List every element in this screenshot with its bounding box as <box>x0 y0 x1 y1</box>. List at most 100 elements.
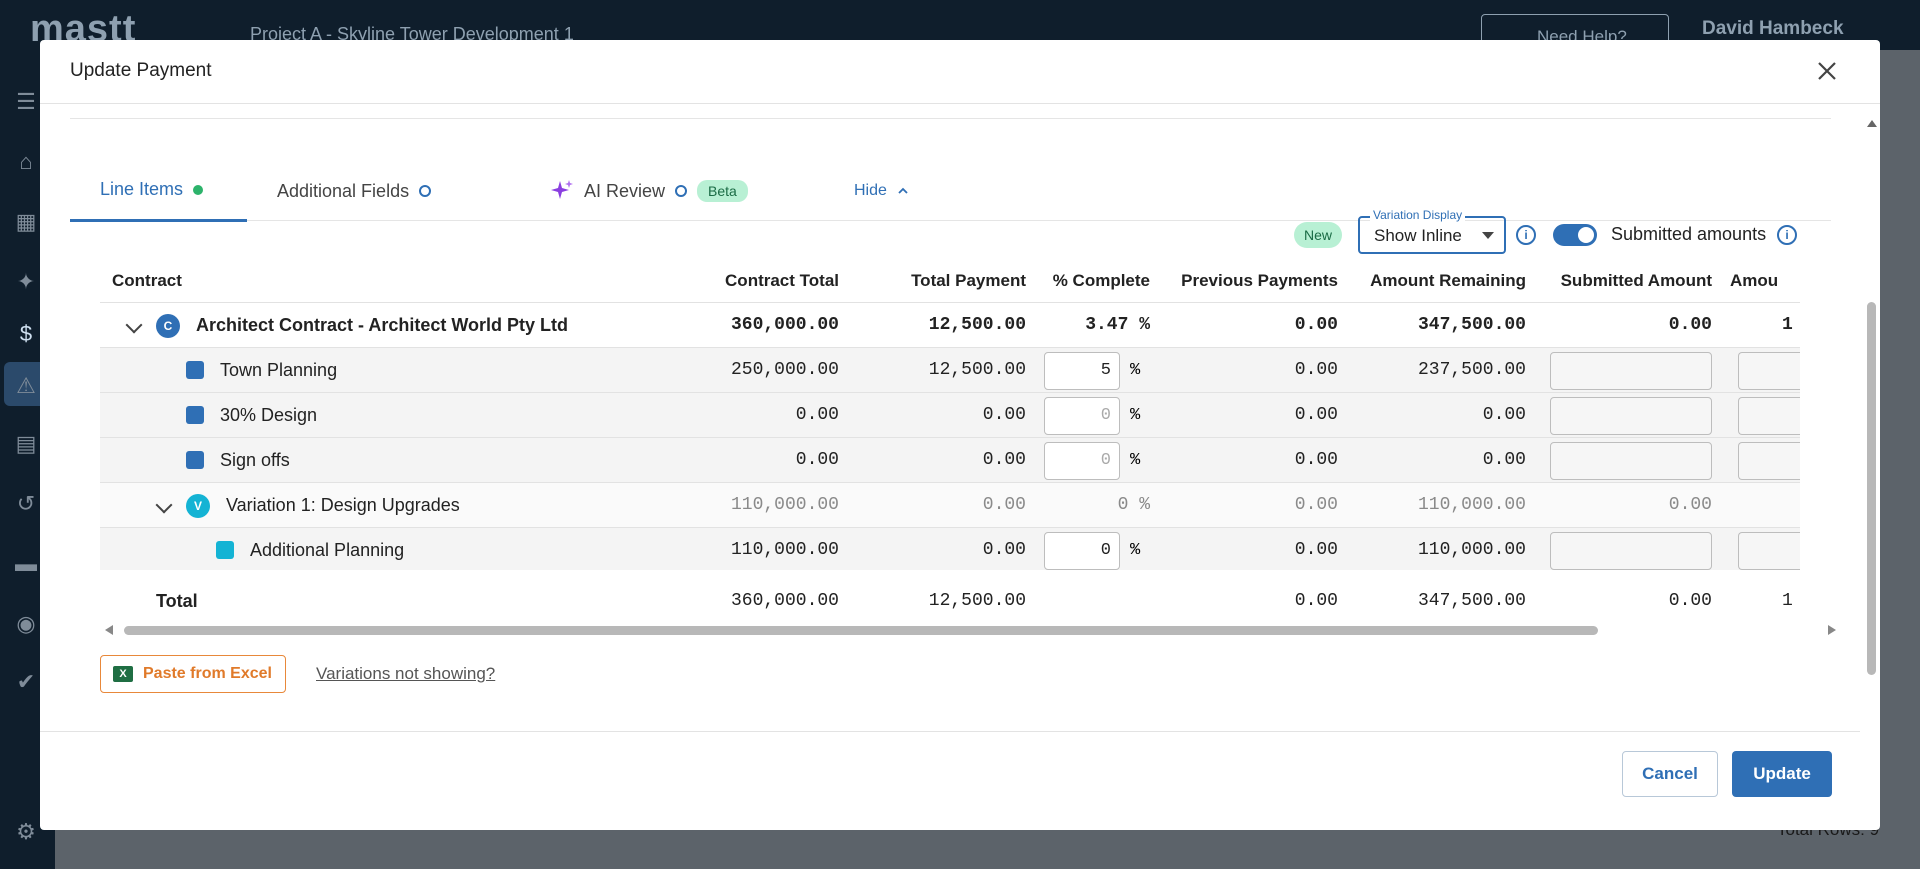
contract-total: 110,000.00 <box>730 495 839 515</box>
tab-ai-review[interactable]: AI Review Beta <box>550 160 780 222</box>
sparkle-icon[interactable]: ✦ <box>12 268 40 296</box>
amount-remaining: 0.00 <box>1482 450 1526 470</box>
menu-icon[interactable]: ☰ <box>12 88 40 116</box>
percent-sign: % <box>1130 361 1141 380</box>
contract-name: Architect Contract - Architect World Pty… <box>196 315 569 335</box>
submitted-amount-input[interactable] <box>1550 532 1712 570</box>
variation-item-marker <box>216 541 234 559</box>
amount-input[interactable] <box>1738 397 1800 435</box>
previous-payments: 0.00 <box>1294 405 1338 425</box>
amount-remaining: 237,500.00 <box>1417 360 1526 380</box>
contract-badge: C <box>156 314 180 338</box>
col-header-submitted-amount: Submitted Amount <box>1560 271 1712 290</box>
history-icon[interactable]: ↺ <box>12 490 40 518</box>
tab-additional-fields[interactable]: Additional Fields <box>277 160 447 222</box>
col-header-contract: Contract <box>112 271 182 290</box>
table-row-total: Total 360,000.00 12,500.00 0.00 347,500.… <box>100 579 1800 624</box>
variation-display-select[interactable]: Variation Display Show Inline <box>1358 208 1506 254</box>
contract-total: 250,000.00 <box>730 360 839 380</box>
variations-not-showing-link[interactable]: Variations not showing? <box>316 664 495 684</box>
total-payment: 12,500.00 <box>928 360 1026 380</box>
payment-icon[interactable]: $ <box>12 320 40 348</box>
percent-complete-input[interactable]: 0 <box>1044 397 1120 435</box>
submitted-amounts-toggle[interactable] <box>1553 224 1597 246</box>
tab-label: Additional Fields <box>277 180 410 201</box>
contract-total: 360,000.00 <box>730 315 839 335</box>
amount-remaining: 347,500.00 <box>1417 591 1526 611</box>
scrollbar-thumb[interactable] <box>1867 302 1876 675</box>
percent-complete: 0 % <box>1117 495 1150 515</box>
scrollbar-thumb[interactable] <box>124 626 1598 635</box>
line-item-name: 30% Design <box>220 405 318 425</box>
total-payment: 0.00 <box>982 450 1026 470</box>
scroll-right-icon[interactable] <box>1828 625 1836 635</box>
table-row-contract[interactable]: C Architect Contract - Architect World P… <box>100 303 1800 348</box>
modal-title: Update Payment <box>70 60 212 81</box>
col-header-total-payment: Total Payment <box>911 271 1026 290</box>
folder-icon[interactable]: ▬ <box>12 550 40 578</box>
line-item-marker <box>186 406 204 424</box>
cancel-button[interactable]: Cancel <box>1622 751 1718 797</box>
report-icon[interactable]: ▤ <box>12 430 40 458</box>
update-button[interactable]: Update <box>1732 751 1832 797</box>
chevron-down-icon[interactable] <box>155 496 173 514</box>
line-item-name: Sign offs <box>220 450 290 470</box>
variation-name: Variation 1: Design Upgrades <box>226 495 460 515</box>
chevron-up-icon <box>898 187 908 194</box>
variation-display-value: Show Inline <box>1374 226 1462 245</box>
table-horizontal-scrollbar[interactable] <box>100 623 1836 637</box>
total-payment: 12,500.00 <box>928 591 1026 611</box>
dashboard-icon[interactable]: ▦ <box>12 208 40 236</box>
contract-total: 110,000.00 <box>730 540 839 560</box>
warning-icon[interactable]: ⚠ <box>12 372 40 400</box>
amount-remaining: 347,500.00 <box>1417 315 1526 335</box>
previous-payments: 0.00 <box>1294 315 1338 335</box>
contract-total: 0.00 <box>795 450 839 470</box>
percent-complete-input[interactable]: 0 <box>1044 442 1120 480</box>
variation-badge: V <box>186 494 210 518</box>
scroll-left-icon[interactable] <box>105 625 113 635</box>
contract-total: 0.00 <box>795 405 839 425</box>
total-payment: 12,500.00 <box>928 315 1026 335</box>
tab-line-items[interactable]: Line Items <box>70 160 247 222</box>
submitted-amount: 0.00 <box>1668 495 1712 515</box>
camera-icon[interactable]: ◉ <box>12 610 40 638</box>
settings-gear-icon[interactable]: ⚙ <box>12 818 40 846</box>
submitted-amount-input[interactable] <box>1550 442 1712 480</box>
submitted-amount-input[interactable] <box>1550 352 1712 390</box>
beta-badge: Beta <box>697 180 748 202</box>
submitted-amount: 0.00 <box>1668 315 1712 335</box>
variation-info-icon[interactable]: i <box>1516 225 1536 245</box>
percent-sign: % <box>1130 541 1141 560</box>
home-icon[interactable]: ⌂ <box>12 148 40 176</box>
close-modal-button[interactable] <box>1812 56 1842 86</box>
col-header-percent-complete: % Complete <box>1052 271 1150 290</box>
table-row-line-item: Sign offs 0.00 0.00 0 % 0.00 0.00 <box>100 438 1800 483</box>
total-payment: 0.00 <box>982 495 1026 515</box>
modal-vertical-scrollbar[interactable] <box>1862 105 1880 830</box>
previous-payments: 0.00 <box>1294 540 1338 560</box>
percent-complete-input[interactable]: 0 <box>1044 532 1120 570</box>
check-icon[interactable]: ✔ <box>12 668 40 696</box>
scroll-up-icon[interactable] <box>1863 117 1880 129</box>
table-row-line-item: 30% Design 0.00 0.00 0 % 0.00 0.00 <box>100 393 1800 438</box>
submitted-info-icon[interactable]: i <box>1777 225 1797 245</box>
amount-input[interactable] <box>1738 352 1800 390</box>
close-icon <box>1818 62 1836 80</box>
chevron-down-icon[interactable] <box>125 316 143 334</box>
amount-input[interactable] <box>1738 442 1800 480</box>
col-header-amount-remaining: Amount Remaining <box>1370 271 1526 290</box>
amount-input[interactable] <box>1738 532 1800 570</box>
paste-from-excel-button[interactable]: X Paste from Excel <box>100 655 286 693</box>
hide-toggle-button[interactable]: Hide <box>854 160 934 222</box>
user-menu[interactable]: David Hambeck <box>1702 18 1844 40</box>
submitted-amount-input[interactable] <box>1550 397 1712 435</box>
amount-remaining: 0.00 <box>1482 405 1526 425</box>
percent-complete-input[interactable]: 5 <box>1044 352 1120 390</box>
update-payment-modal: Update Payment Line Items Additional Fie… <box>40 40 1880 830</box>
percent-sign: % <box>1130 406 1141 425</box>
pending-status-icon <box>419 185 432 197</box>
excel-icon: X <box>113 666 133 682</box>
submitted-amounts-label: Submitted amounts <box>1611 224 1767 244</box>
table-row-variation[interactable]: V Variation 1: Design Upgrades 110,000.0… <box>100 483 1800 528</box>
